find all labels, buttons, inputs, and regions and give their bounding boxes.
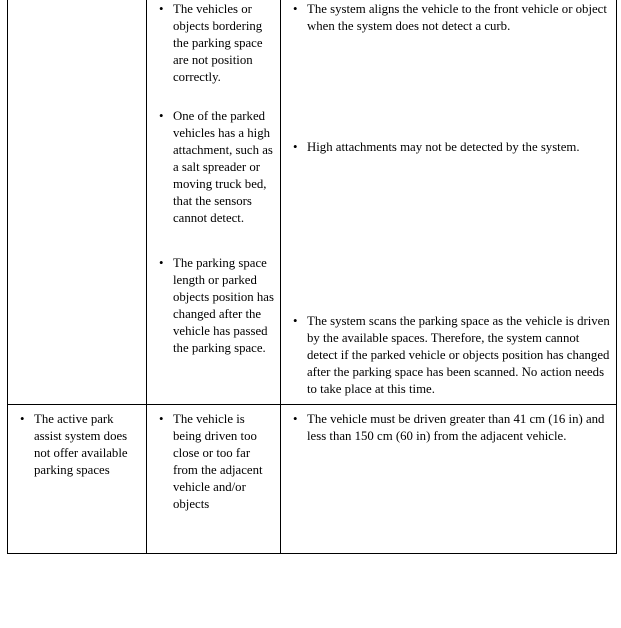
bullet-list: • The system aligns the vehicle to the f… xyxy=(286,1,611,398)
table-cell-cause xyxy=(7,0,147,405)
bullet-icon: • xyxy=(159,412,164,426)
table-cell-cause: • The active park assist system does not… xyxy=(7,404,147,554)
list-item-text: The vehicle is being driven too close or… xyxy=(173,412,263,511)
list-item-text: The system aligns the vehicle to the fro… xyxy=(307,2,607,33)
list-item-text: The active park assist system does not o… xyxy=(34,412,128,477)
bullet-icon: • xyxy=(159,256,164,270)
table-cell-detail: • The vehicle is being driven too close … xyxy=(146,404,281,554)
list-item: • The vehicle is being driven too close … xyxy=(152,411,275,513)
table-container: • The vehicles or objects bordering the … xyxy=(7,0,617,554)
bullet-icon: • xyxy=(293,412,298,426)
list-item: • The vehicles or objects bordering the … xyxy=(152,1,275,86)
list-item-text: High attachments may not be detected by … xyxy=(307,140,580,154)
bullet-icon: • xyxy=(293,314,298,328)
cell-content: • The vehicles or objects bordering the … xyxy=(147,0,280,363)
table-cell-detail: • The vehicles or objects bordering the … xyxy=(146,0,281,405)
cell-content: • The vehicle is being driven too close … xyxy=(147,405,280,553)
list-item: • The active park assist system does not… xyxy=(13,411,141,479)
list-item: • The system aligns the vehicle to the f… xyxy=(286,1,611,35)
list-item: • The vehicle must be driven greater tha… xyxy=(286,411,611,445)
bullet-list: • The vehicle must be driven greater tha… xyxy=(286,411,611,445)
bullet-list: • The vehicle is being driven too close … xyxy=(152,411,275,513)
list-item-text: The system scans the parking space as th… xyxy=(307,314,610,396)
table-cell-action: • The vehicle must be driven greater tha… xyxy=(280,404,617,554)
bullet-icon: • xyxy=(293,140,298,154)
list-item-text: The parking space length or parked objec… xyxy=(173,256,274,355)
cell-content: • The system aligns the vehicle to the f… xyxy=(281,0,616,404)
table-cell-action: • The system aligns the vehicle to the f… xyxy=(280,0,617,405)
troubleshooting-table: • The vehicles or objects bordering the … xyxy=(7,0,617,554)
bullet-icon: • xyxy=(293,2,298,16)
cell-content: • The vehicle must be driven greater tha… xyxy=(281,405,616,451)
cell-content: • The active park assist system does not… xyxy=(8,405,146,519)
table-row: • The active park assist system does not… xyxy=(7,404,617,554)
table-row: • The vehicles or objects bordering the … xyxy=(7,0,617,405)
cell-content xyxy=(8,0,146,7)
bullet-icon: • xyxy=(159,2,164,16)
document-page: • The vehicles or objects bordering the … xyxy=(0,0,621,628)
bullet-list: • The active park assist system does not… xyxy=(13,411,141,479)
bullet-icon: • xyxy=(20,412,25,426)
list-item: • High attachments may not be detected b… xyxy=(286,139,611,156)
list-item-text: One of the parked vehicles has a high at… xyxy=(173,109,273,225)
list-item: • The system scans the parking space as … xyxy=(286,313,611,398)
list-item-text: The vehicles or objects bordering the pa… xyxy=(173,2,263,84)
list-item: • One of the parked vehicles has a high … xyxy=(152,108,275,227)
bullet-icon: • xyxy=(159,109,164,123)
bullet-list: • The vehicles or objects bordering the … xyxy=(152,1,275,357)
list-item: • The parking space length or parked obj… xyxy=(152,255,275,357)
list-item-text: The vehicle must be driven greater than … xyxy=(307,412,605,443)
